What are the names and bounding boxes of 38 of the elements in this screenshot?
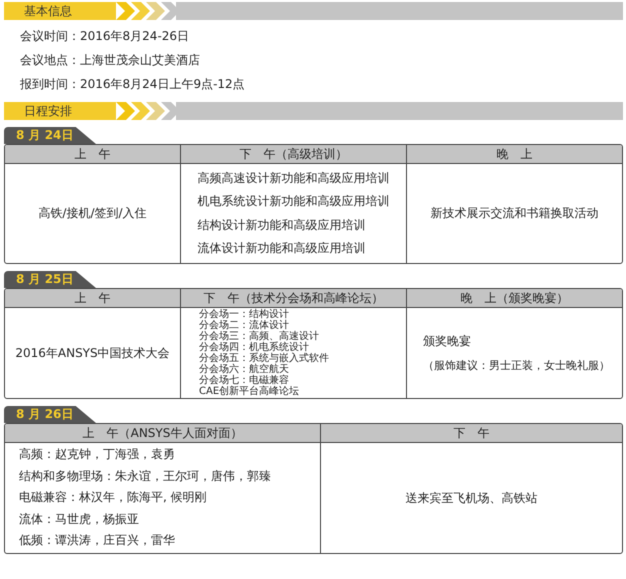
column-header: 下 午（高级培训） bbox=[181, 145, 407, 164]
chevrons-drawing bbox=[116, 2, 176, 20]
table-cell-text: 结构和多物理场：朱永谊，王尔珂，唐伟，郭臻 bbox=[19, 468, 272, 485]
info-line: 会议时间：2016年8月24-26日 bbox=[20, 28, 190, 45]
table-cell-text: 分会场五：系统与嵌入式软件 bbox=[199, 353, 330, 364]
table-cell-text: 分会场四：机电系统设计 bbox=[199, 342, 309, 353]
column-header: 下 午（技术分会场和高峰论坛） bbox=[181, 289, 407, 308]
table-cell-text: CAE创新平台高峰论坛 bbox=[199, 386, 300, 397]
table-cell-text: 高频：赵克钟，丁海强，袁勇 bbox=[19, 446, 176, 464]
table-cell-text: 高频高速设计新功能和高级应用培训 bbox=[198, 170, 390, 186]
table-cell-text: 流体设计新功能和高级应用培训 bbox=[198, 240, 366, 257]
table-cell-text: 分会场二：流体设计 bbox=[199, 320, 289, 331]
chevrons-drawing bbox=[116, 102, 176, 120]
column-header: 上 午 bbox=[5, 145, 181, 164]
info-line: 报到时间：2016年8月24日上午9点-12点 bbox=[20, 76, 246, 93]
column-header: 上 午（ANSYS牛人面对面） bbox=[5, 424, 321, 443]
table-cell-text: 送来宾至飞机场、高铁站 bbox=[406, 490, 538, 506]
column-header: 晚 上（颁奖晚宴） bbox=[407, 289, 622, 308]
table-cell-text: 分会场一：结构设计 bbox=[199, 309, 290, 320]
table-cell-text: （服饰建议：男士正装，女士晚礼服） bbox=[423, 358, 611, 373]
table-cell-text: 电磁兼容：林汉年，陈海平, 候明刚 bbox=[19, 489, 208, 506]
table-cell-text: 结构设计新功能和高级应用培训 bbox=[198, 216, 366, 234]
table-cell-text: 机电系统设计新功能和高级应用培训 bbox=[198, 193, 390, 210]
table-cell-text: 高铁/接机/签到/入住 bbox=[38, 205, 147, 222]
column-header: 晚 上 bbox=[407, 145, 622, 164]
table-cell-text: 颁奖晚宴 bbox=[423, 333, 472, 350]
table-cell-text: 分会场七：电磁兼容 bbox=[199, 375, 290, 386]
table-cell-text: 分会场三：高频、高速设计 bbox=[199, 331, 320, 342]
table-cell-text: 低频：谭洪涛，庄百兴，雷华 bbox=[19, 532, 176, 550]
column-header: 下 午 bbox=[321, 424, 622, 443]
section-title: 日程安排 bbox=[4, 102, 116, 120]
column-header: 上 午 bbox=[5, 289, 181, 308]
table-cell-text: 新技术展示交流和书籍换取活动 bbox=[430, 205, 598, 222]
table-cell-text: 2016年ANSYS中国技术大会 bbox=[15, 344, 170, 362]
info-line: 会议地点：上海世茂佘山艾美酒店 bbox=[20, 52, 201, 69]
section-title: 基本信息 bbox=[4, 2, 116, 20]
table-cell-text: 流体：马世虎，杨振亚 bbox=[19, 510, 140, 528]
table-cell-text: 分会场六：航空航天 bbox=[199, 364, 290, 375]
